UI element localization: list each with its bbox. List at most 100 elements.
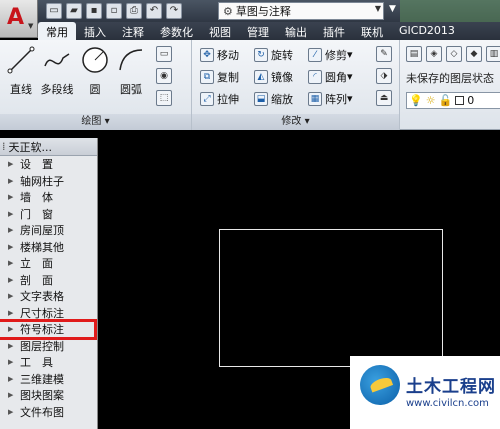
rectangle-icon[interactable]: ▭ [156, 46, 172, 62]
layer-isolate-icon[interactable]: ▥ [486, 46, 500, 62]
tab-manage[interactable]: 管理 [239, 22, 277, 40]
expand-arrow-icon: ▶ [8, 358, 14, 367]
palette-item[interactable]: ▶ 三维建模 [0, 371, 97, 388]
region-icon[interactable]: ⬚ [156, 90, 172, 106]
polyline-button[interactable]: 多段线 [38, 44, 76, 97]
site-logo-icon [360, 365, 400, 405]
mirror-button[interactable]: ◭ 镜像 [254, 68, 293, 85]
palette-item-label: 轴网柱子 [20, 174, 64, 188]
copy-label: 复制 [217, 70, 239, 84]
redo-icon[interactable]: ↷ [166, 3, 182, 19]
tab-insert[interactable]: 插入 [76, 22, 114, 40]
arc-button[interactable]: 圆弧 [114, 44, 148, 97]
scale-button[interactable]: ⬓ 缩放 [254, 90, 293, 107]
palette-item[interactable]: ▶ 墙 体 [0, 189, 97, 206]
tab-plugins[interactable]: 插件 [315, 22, 353, 40]
palette-item[interactable]: ▶ 文件布图 [0, 404, 97, 421]
layer-tool-icon[interactable]: ◈ [426, 46, 442, 62]
tab-parametric[interactable]: 参数化 [152, 22, 201, 40]
drawn-rectangle[interactable] [219, 229, 443, 367]
arc-label: 圆弧 [120, 83, 142, 96]
explode-icon[interactable]: ⬗ [376, 68, 392, 84]
palette-item[interactable]: ▶ 楼梯其他 [0, 239, 97, 256]
palette-item[interactable]: ▶ 文字表格 [0, 288, 97, 305]
palette-item[interactable]: ▶ 工 具 [0, 354, 97, 371]
tab-output[interactable]: 输出 [277, 22, 315, 40]
palette-item-label: 墙 体 [20, 191, 53, 205]
palette-item[interactable]: ▶ 房间屋顶 [0, 222, 97, 239]
expand-arrow-icon: ▶ [8, 341, 14, 350]
palette-item[interactable]: ▶ 尺寸标注 [0, 305, 97, 322]
palette-item[interactable]: ▶ 符号标注 [0, 319, 97, 340]
new-file-icon[interactable]: ▭ [46, 3, 62, 19]
stretch-icon: ⤢ [200, 91, 214, 106]
array-button[interactable]: ▦ 阵列 ▾ [308, 90, 353, 107]
application-menu-button[interactable]: A ▼ [0, 0, 38, 38]
palette-item-label: 三维建模 [20, 372, 64, 386]
palette-item[interactable]: ▶ 门 窗 [0, 206, 97, 223]
modify-panel: ✥ 移动 ↻ 旋转 ⁄ 修剪 ▾ ⧉ 复制 ◭ 镜像 ◜ 圆角 ▾ ⤢ 拉伸 ⬓ 缩放 ▦ 阵列 … [192, 40, 400, 130]
palette-item-label: 楼梯其他 [20, 240, 64, 254]
layer-properties-icon[interactable]: ▤ [406, 46, 422, 62]
expand-arrow-icon: ▶ [8, 407, 14, 416]
save-icon[interactable]: ▪ [86, 3, 102, 19]
palette-item-label: 尺寸标注 [20, 306, 64, 320]
mirror-label: 镜像 [271, 70, 293, 84]
grip-icon: ⁞ [2, 140, 5, 153]
expand-arrow-icon: ▶ [8, 292, 14, 301]
line-button[interactable]: 直线 [4, 44, 38, 97]
move-button[interactable]: ✥ 移动 [200, 46, 239, 63]
undo-icon[interactable]: ↶ [146, 3, 162, 19]
line-icon [7, 46, 35, 74]
expand-arrow-icon: ▶ [8, 325, 14, 334]
tab-view[interactable]: 视图 [201, 22, 239, 40]
layer-state-dropdown[interactable]: 未保存的图层状态 [406, 70, 494, 86]
palette-item[interactable]: ▶ 设 置 [0, 156, 97, 173]
draw-panel-title[interactable]: 绘图 ▾ [0, 114, 191, 130]
ribbon: 直线 多段线 圆 圆弧 ▭ ◉ ⬚ 绘图 ▾ ✥ 移动 ↻ 旋转 ⁄ 修剪 ▾ … [0, 40, 500, 130]
tab-annotate[interactable]: 注释 [114, 22, 152, 40]
save-as-icon[interactable]: ▫ [106, 3, 122, 19]
workspace-dropdown[interactable]: ⚙ 草图与注释 ▼ [218, 2, 384, 20]
palette-item-label: 设 置 [20, 158, 53, 172]
offset-icon[interactable]: ⏏ [376, 90, 392, 106]
stretch-button[interactable]: ⤢ 拉伸 [200, 90, 239, 107]
layer-dropdown[interactable]: 💡 ☼ 🔓 0 [406, 92, 500, 109]
tab-online[interactable]: 联机 [353, 22, 391, 40]
scale-icon: ⬓ [254, 91, 268, 106]
rotate-button[interactable]: ↻ 旋转 [254, 46, 293, 63]
print-icon[interactable]: ⎙ [126, 3, 142, 19]
title-bar: ▭ ▰ ▪ ▫ ⎙ ↶ ↷ ⚙ 草图与注释 ▼ ▼ [0, 0, 500, 22]
circle-button[interactable]: 圆 [78, 44, 112, 97]
trim-label: 修剪 [325, 48, 347, 62]
expand-arrow-icon: ▶ [8, 275, 14, 284]
expand-arrow-icon: ▶ [8, 160, 14, 169]
layer-previous-icon[interactable]: ◆ [466, 46, 482, 62]
trim-button[interactable]: ⁄ 修剪 ▾ [308, 46, 353, 63]
polyline-icon [44, 53, 70, 67]
layer-match-icon[interactable]: ◇ [446, 46, 462, 62]
palette-header[interactable]: ⁞ 天正软... [0, 138, 97, 156]
erase-icon[interactable]: ✎ [376, 46, 392, 62]
fillet-button[interactable]: ◜ 圆角 ▾ [308, 68, 353, 85]
hatch-icon[interactable]: ◉ [156, 68, 172, 84]
polyline-label: 多段线 [40, 83, 74, 96]
modify-panel-title[interactable]: 修改 ▾ [192, 114, 399, 130]
palette-item[interactable]: ▶ 轴网柱子 [0, 173, 97, 190]
copy-button[interactable]: ⧉ 复制 [200, 68, 239, 85]
palette-item[interactable]: ▶ 剖 面 [0, 272, 97, 289]
tab-gicd2013[interactable]: GICD2013 [391, 22, 463, 40]
tab-home[interactable]: 常用 [38, 22, 76, 40]
palette-item[interactable]: ▶ 图块图案 [0, 387, 97, 404]
open-folder-icon[interactable]: ▰ [66, 3, 82, 19]
palette-item[interactable]: ▶ 立 面 [0, 255, 97, 272]
tangent-tool-palette: ⁞ 天正软... ▶ 设 置 ▶ 轴网柱子 ▶ 墙 体 ▶ 门 窗 ▶ 房间屋顶 ▶ 楼梯其他 ▶ 立 面… [0, 138, 98, 429]
move-label: 移动 [217, 48, 239, 62]
expand-arrow-icon: ▶ [8, 226, 14, 235]
line-label: 直线 [10, 83, 32, 96]
palette-item-label: 符号标注 [20, 323, 64, 337]
watermark-url: www.civilcn.com [406, 398, 489, 409]
qat-more-icon[interactable]: ▼ [389, 4, 396, 14]
modify-panel-title-text: 修改 [281, 116, 302, 127]
palette-item[interactable]: ▶ 图层控制 [0, 338, 97, 355]
